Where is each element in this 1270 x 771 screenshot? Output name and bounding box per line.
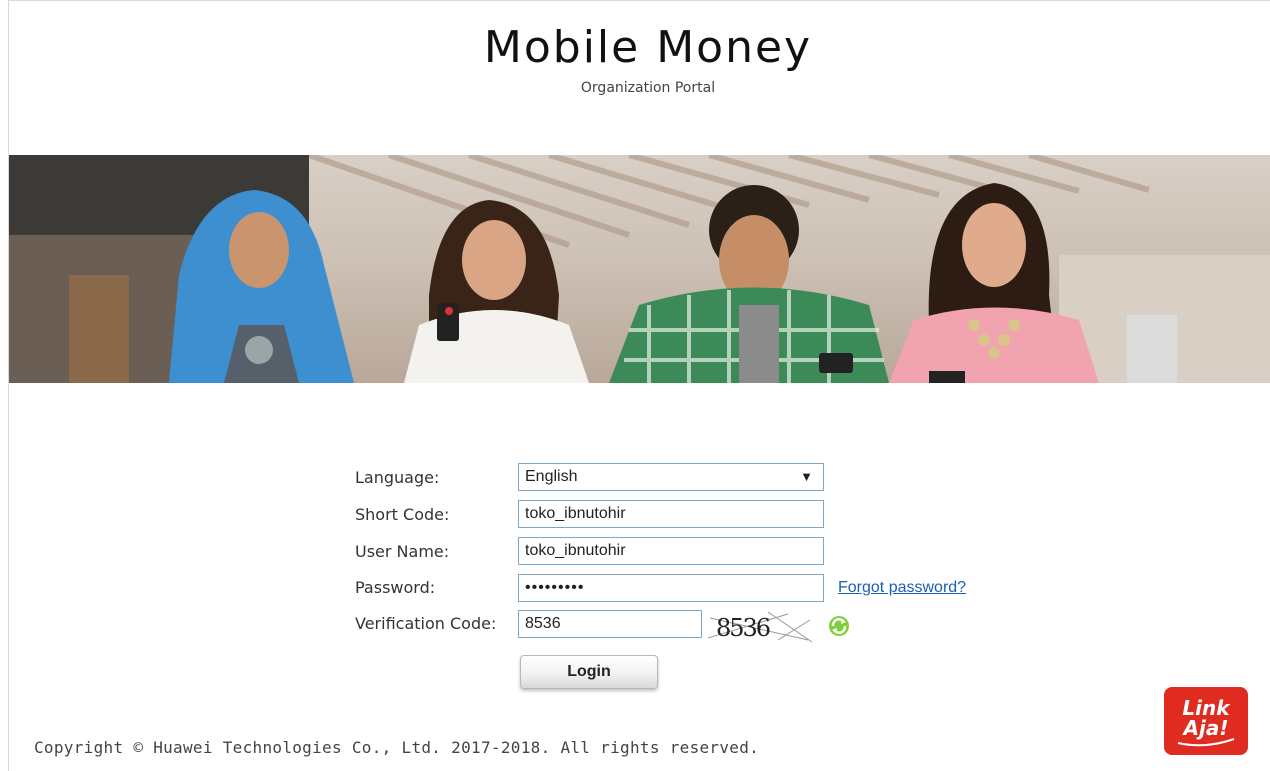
password-label: Password: xyxy=(355,578,436,597)
copyright-text: Copyright © Huawei Technologies Co., Ltd… xyxy=(34,738,760,757)
verification-code-input[interactable]: 8536 xyxy=(518,610,702,638)
captcha-text: 8536 xyxy=(716,614,770,642)
user-name-label: User Name: xyxy=(355,542,450,561)
page-subtitle: Organization Portal xyxy=(580,80,716,96)
language-select[interactable]: English ▼ xyxy=(518,463,824,491)
verification-code-label: Verification Code: xyxy=(355,614,497,633)
short-code-input[interactable]: toko_ibnutohir xyxy=(518,500,824,528)
page-title: Mobile Money xyxy=(483,22,813,73)
short-code-label: Short Code: xyxy=(355,505,450,524)
linkaja-logo: Link Aja! xyxy=(1164,687,1248,755)
language-value: English xyxy=(525,468,578,485)
page-border-top xyxy=(8,0,1270,1)
refresh-captcha-icon[interactable] xyxy=(827,614,851,638)
login-button[interactable]: Login xyxy=(520,655,658,689)
forgot-password-link[interactable]: Forgot password? xyxy=(838,579,966,597)
language-label: Language: xyxy=(355,468,440,487)
captcha-image: 8536 xyxy=(707,610,813,644)
password-input[interactable]: ••••••••• xyxy=(518,574,824,602)
dropdown-arrow-icon: ▼ xyxy=(800,469,813,484)
svg-text:Aja!: Aja! xyxy=(1182,716,1229,740)
page-border-left xyxy=(8,0,9,771)
hero-banner-image xyxy=(9,155,1270,383)
user-name-input[interactable]: toko_ibnutohir xyxy=(518,537,824,565)
